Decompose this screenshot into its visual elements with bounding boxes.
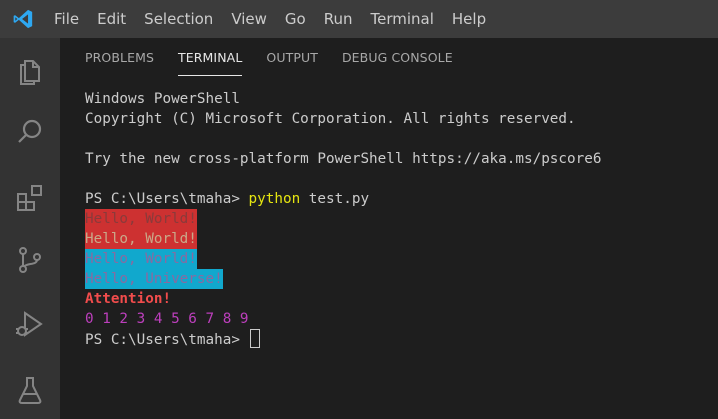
menu-edit[interactable]: Edit [88,0,135,38]
terminal-output[interactable]: Windows PowerShell Copyright (C) Microso… [85,89,710,349]
vscode-window: File Edit Selection View Go Run Terminal… [0,0,718,419]
menu-bar: File Edit Selection View Go Run Terminal… [0,0,718,38]
output-red-line: Hello, World! [85,229,197,249]
extensions-icon[interactable] [0,174,60,222]
vscode-logo-icon [0,0,46,38]
tab-terminal[interactable]: TERMINAL [178,50,243,76]
menu-run[interactable]: Run [315,0,362,38]
menu-go[interactable]: Go [276,0,315,38]
terminal-prompt-line: PS C:\Users\tmaha> [85,329,710,349]
output-cyan-line: Hello, World! [85,249,197,269]
panel-tabs: PROBLEMS TERMINAL OUTPUT DEBUG CONSOLE [85,50,477,76]
source-control-icon[interactable] [0,236,60,284]
terminal-line: Windows PowerShell [85,91,240,107]
terminal-prompt: PS C:\Users\tmaha> [85,332,249,348]
menu-terminal[interactable]: Terminal [362,0,443,38]
terminal-line: Hello, Universe! [85,269,710,289]
search-icon[interactable] [0,108,60,156]
tab-problems[interactable]: PROBLEMS [85,50,154,76]
terminal-command-line: PS C:\Users\tmaha> python test.py [85,189,710,209]
tab-output[interactable]: OUTPUT [266,50,318,76]
terminal-prompt: PS C:\Users\tmaha> [85,191,249,207]
activity-bar [0,38,60,419]
menu: File Edit Selection View Go Run Terminal… [46,0,495,38]
output-attention: Attention! [85,291,172,307]
testing-icon[interactable] [0,366,60,414]
terminal-line: Hello, World! [85,249,710,269]
output-red-line: Hello, World! [85,209,197,229]
command-program: python [248,191,301,207]
command-args: test.py [300,191,370,207]
tab-debug-console[interactable]: DEBUG CONSOLE [342,50,453,76]
output-cyan-line: Hello, Universe! [85,269,223,289]
menu-selection[interactable]: Selection [135,0,222,38]
run-debug-icon[interactable] [0,300,60,348]
bottom-panel: PROBLEMS TERMINAL OUTPUT DEBUG CONSOLE W… [60,38,718,419]
menu-file[interactable]: File [46,0,88,38]
menu-help[interactable]: Help [443,0,495,38]
output-digits: 0 1 2 3 4 5 6 7 8 9 [85,311,249,327]
terminal-line: Try the new cross-platform PowerShell ht… [85,151,602,167]
explorer-icon[interactable] [0,46,60,94]
menu-view[interactable]: View [222,0,276,38]
terminal-line: Hello, World! [85,229,710,249]
terminal-line: Copyright (C) Microsoft Corporation. All… [85,111,576,127]
terminal-cursor [249,329,260,348]
terminal-line: Hello, World! [85,209,710,229]
